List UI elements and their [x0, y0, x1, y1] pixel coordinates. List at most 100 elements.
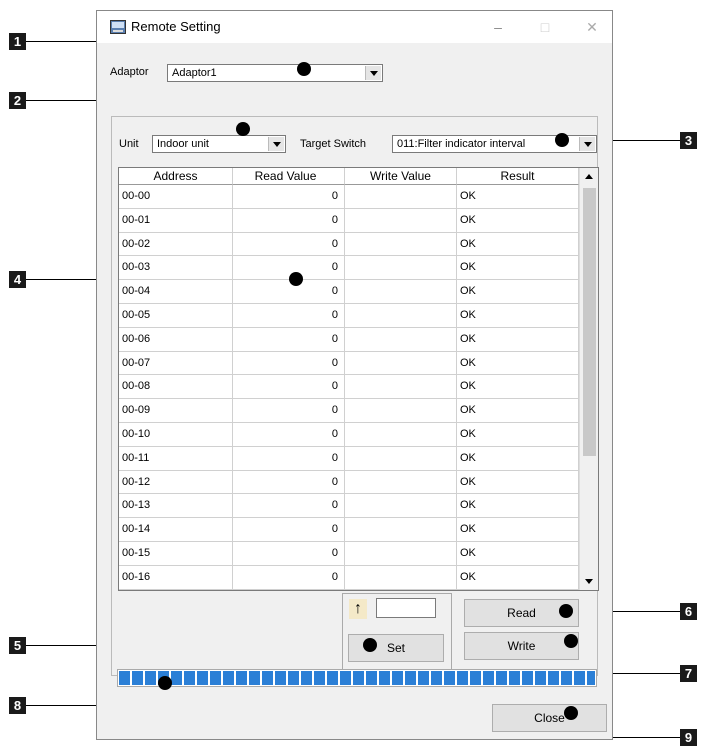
column-header-result[interactable]: Result: [457, 168, 579, 185]
cell-address: 00-01: [119, 208, 233, 233]
address-table[interactable]: Address Read Value Write Value Result 00…: [118, 167, 599, 591]
chevron-down-icon[interactable]: [268, 137, 284, 151]
callout-9: 9: [680, 729, 697, 746]
cell-result: OK: [457, 208, 579, 233]
cell-read-value: 0: [233, 399, 345, 423]
column-header-write-value[interactable]: Write Value: [345, 168, 457, 185]
adaptor-select[interactable]: Adaptor1: [167, 64, 383, 82]
cell-read-value: 0: [233, 494, 345, 519]
cell-read-value: 0: [233, 446, 345, 471]
column-header-address[interactable]: Address: [119, 168, 233, 185]
table-row[interactable]: 00-06 0 OK: [119, 327, 579, 352]
write-button[interactable]: Write: [464, 632, 579, 660]
cell-write-value[interactable]: [345, 470, 457, 495]
table-row[interactable]: 00-16 0 OK: [119, 565, 579, 590]
table-row[interactable]: 00-15 0 OK: [119, 542, 579, 566]
cell-result: OK: [457, 232, 579, 257]
title-bar[interactable]: Remote Setting – □ ✕: [97, 11, 612, 43]
table-row[interactable]: 00-12 0 OK: [119, 470, 579, 495]
cell-address: 00-02: [119, 232, 233, 257]
callout-8: 8: [9, 697, 26, 714]
set-panel: ↑ Set: [342, 593, 452, 673]
cell-address: 00-12: [119, 470, 233, 495]
callout-2: 2: [9, 92, 26, 109]
target-switch-select-value: 011:Filter indicator interval: [397, 138, 526, 150]
cell-write-value[interactable]: [345, 304, 457, 328]
table-row[interactable]: 00-07 0 OK: [119, 351, 579, 376]
cell-result: OK: [457, 280, 579, 304]
cell-address: 00-14: [119, 518, 233, 542]
cell-address: 00-16: [119, 565, 233, 590]
table-row[interactable]: 00-00 0 OK: [119, 185, 579, 209]
maximize-button[interactable]: □: [530, 17, 560, 37]
close-window-button[interactable]: ✕: [577, 17, 607, 37]
cell-write-value[interactable]: [345, 208, 457, 233]
table-row[interactable]: 00-03 0 OK: [119, 256, 579, 281]
cell-address: 00-10: [119, 423, 233, 447]
cell-write-value[interactable]: [345, 280, 457, 304]
cell-write-value[interactable]: [345, 375, 457, 400]
scroll-up-arrow-icon[interactable]: [580, 168, 598, 185]
cell-result: OK: [457, 446, 579, 471]
cell-write-value[interactable]: [345, 185, 457, 209]
callout-7-dot: [564, 634, 578, 648]
progress-fill: [119, 671, 595, 685]
up-arrow-icon[interactable]: ↑: [349, 599, 367, 619]
cell-write-value[interactable]: [345, 542, 457, 566]
table-row[interactable]: 00-02 0 OK: [119, 232, 579, 257]
cell-result: OK: [457, 256, 579, 281]
progress-bar: [117, 669, 597, 687]
cell-address: 00-05: [119, 304, 233, 328]
table-row[interactable]: 00-13 0 OK: [119, 494, 579, 519]
cell-read-value: 0: [233, 280, 345, 304]
cell-read-value: 0: [233, 208, 345, 233]
adaptor-label: Adaptor: [110, 66, 149, 78]
cell-write-value[interactable]: [345, 256, 457, 281]
cell-result: OK: [457, 494, 579, 519]
set-button[interactable]: Set: [348, 634, 444, 662]
cell-result: OK: [457, 470, 579, 495]
table-row[interactable]: 00-01 0 OK: [119, 208, 579, 233]
target-switch-label: Target Switch: [300, 138, 367, 150]
cell-address: 00-06: [119, 327, 233, 352]
remote-setting-window: Remote Setting – □ ✕ Adaptor Adaptor1 Un…: [96, 10, 613, 740]
table-row[interactable]: 00-10 0 OK: [119, 423, 579, 447]
callout-1-dot: [297, 62, 311, 76]
cell-result: OK: [457, 518, 579, 542]
cell-write-value[interactable]: [345, 232, 457, 257]
cell-write-value[interactable]: [345, 399, 457, 423]
vertical-scrollbar[interactable]: [579, 168, 598, 590]
table-row[interactable]: 00-14 0 OK: [119, 518, 579, 542]
minimize-button[interactable]: –: [483, 17, 513, 37]
cell-write-value[interactable]: [345, 494, 457, 519]
cell-address: 00-00: [119, 185, 233, 209]
table-row[interactable]: 00-08 0 OK: [119, 375, 579, 400]
chevron-down-icon[interactable]: [365, 66, 381, 80]
table-row[interactable]: 00-04 0 OK: [119, 280, 579, 304]
cell-write-value[interactable]: [345, 518, 457, 542]
unit-select[interactable]: Indoor unit: [152, 135, 286, 153]
table-row[interactable]: 00-11 0 OK: [119, 446, 579, 471]
column-header-read-value[interactable]: Read Value: [233, 168, 345, 185]
cell-write-value[interactable]: [345, 327, 457, 352]
write-value-input[interactable]: [376, 598, 436, 618]
close-button[interactable]: Close: [492, 704, 607, 732]
callout-6-dot: [559, 604, 573, 618]
scroll-down-arrow-icon[interactable]: [580, 573, 598, 590]
cell-result: OK: [457, 565, 579, 590]
cell-write-value[interactable]: [345, 351, 457, 376]
table-row[interactable]: 00-05 0 OK: [119, 304, 579, 328]
cell-write-value[interactable]: [345, 446, 457, 471]
window-title: Remote Setting: [131, 19, 221, 34]
callout-3: 3: [680, 132, 697, 149]
table-row[interactable]: 00-09 0 OK: [119, 399, 579, 423]
chevron-down-icon[interactable]: [579, 137, 595, 151]
app-icon: [110, 20, 126, 34]
cell-result: OK: [457, 375, 579, 400]
callout-2-dot: [236, 122, 250, 136]
cell-write-value[interactable]: [345, 565, 457, 590]
cell-address: 00-11: [119, 446, 233, 471]
scroll-thumb[interactable]: [583, 188, 596, 456]
cell-write-value[interactable]: [345, 423, 457, 447]
cell-read-value: 0: [233, 232, 345, 257]
